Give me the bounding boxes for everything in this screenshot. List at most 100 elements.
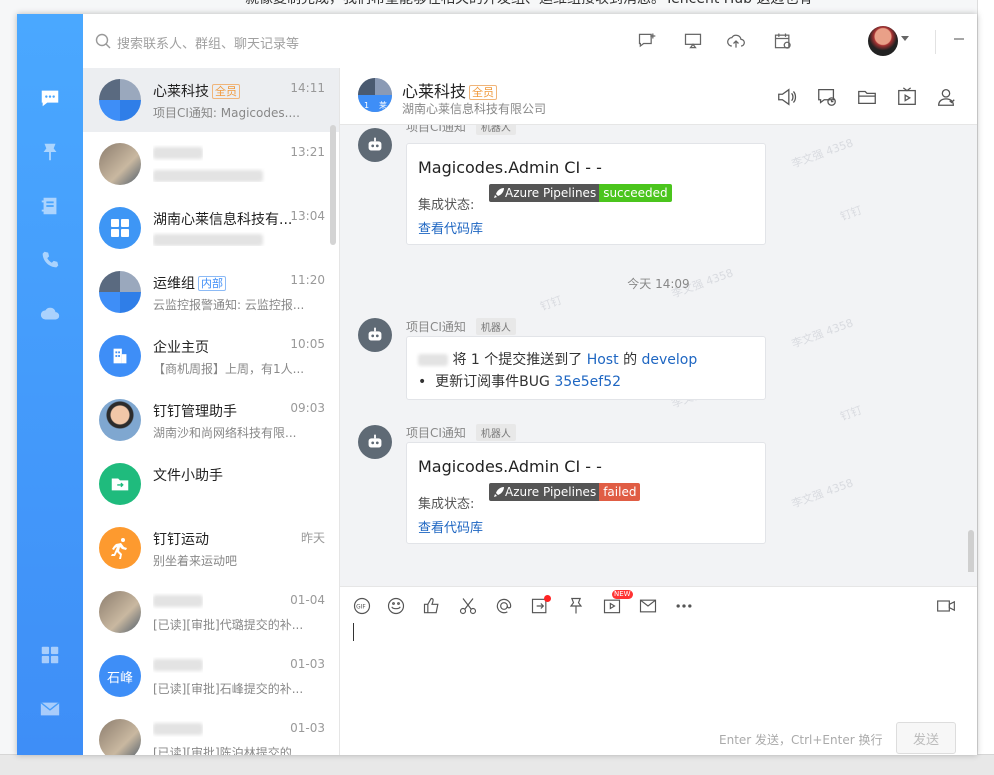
conversation-name: 文件小助手 — [153, 465, 223, 485]
conversation-tag: 全员 — [212, 84, 240, 99]
conversation-item[interactable]: 湖南心莱信息科技有... 13:04 — [83, 196, 339, 260]
announcement-button[interactable] — [776, 86, 798, 112]
cloud-upload-button[interactable] — [726, 31, 746, 55]
tv-play-icon — [898, 87, 916, 105]
ding-button[interactable] — [530, 595, 552, 618]
photo-avatar — [99, 719, 141, 755]
redacted-name — [153, 723, 203, 735]
contacts-book-icon — [41, 197, 57, 215]
sender-name: 项目CI通知 — [406, 125, 466, 134]
nav-cloud[interactable] — [38, 302, 62, 326]
screen-share-button[interactable] — [683, 31, 703, 55]
notification-dot — [544, 595, 551, 602]
sender-name: 项目CI通知 — [406, 426, 466, 440]
screenshot-button[interactable] — [458, 596, 480, 618]
group-members-button[interactable] — [935, 86, 957, 112]
robot-icon — [368, 327, 382, 341]
chevron-down-icon[interactable] — [901, 36, 909, 41]
new-message-button[interactable] — [637, 31, 657, 55]
nav-chat[interactable] — [38, 86, 62, 110]
conversation-name: 心莱科技 全员 — [153, 81, 240, 101]
pin-icon — [43, 143, 57, 161]
watermark: 李文强 4358 — [789, 476, 855, 511]
svg-text:莱: 莱 — [379, 100, 387, 110]
conversation-preview — [153, 232, 313, 246]
conversation-item[interactable]: 心莱科技 全员 14:11 项目CI通知: Magicodes.... — [83, 68, 339, 132]
conversation-item[interactable]: 01-04 [已读][审批]代璐提交的补... — [83, 580, 339, 644]
message-input[interactable] — [353, 623, 354, 641]
video-message-button[interactable]: NEW — [602, 590, 633, 618]
chat-title-tag: 全员 — [469, 85, 498, 100]
minimize-button[interactable] — [952, 32, 966, 50]
nav-apps[interactable] — [38, 643, 62, 667]
conversation-time: 11:20 — [290, 273, 325, 287]
group-avatar[interactable]: 1莱 — [358, 78, 392, 112]
conversation-item[interactable]: 01-03 [已读][审批]陈泊林提交的... — [83, 708, 339, 755]
conversation-item[interactable]: 13:21 — [83, 132, 339, 196]
view-repo-link[interactable]: 查看代码库 — [418, 517, 483, 536]
my-avatar[interactable] — [868, 26, 898, 56]
ci-title: Magicodes.Admin CI - - — [418, 457, 602, 476]
view-repo-link[interactable]: 查看代码库 — [418, 218, 483, 237]
nav-contacts[interactable] — [38, 194, 62, 218]
commit-link[interactable]: 35e5ef52 — [554, 374, 621, 390]
mail-button[interactable] — [638, 596, 660, 618]
conversation-name — [153, 721, 203, 737]
top-bar: 搜索联系人、群组、聊天记录等 — [83, 14, 977, 69]
scissors-icon — [459, 598, 477, 615]
badge-right: failed — [599, 483, 641, 501]
schedule-button[interactable] — [773, 31, 793, 55]
conversation-preview: [已读][审批]石峰提交的补... — [153, 682, 304, 696]
more-button[interactable] — [674, 596, 696, 618]
gif-button[interactable]: GIF — [352, 596, 374, 618]
like-button[interactable] — [422, 596, 444, 618]
bot-avatar[interactable] — [358, 318, 392, 352]
nav-phone[interactable] — [38, 248, 62, 272]
search-icon — [95, 33, 111, 49]
message-scrollbar[interactable] — [968, 530, 974, 572]
video-camera-icon — [937, 600, 955, 612]
mail-icon — [639, 599, 657, 613]
file-avatar — [99, 463, 141, 505]
conversation-list-scrollbar[interactable] — [330, 125, 336, 245]
conversation-preview: 云监控报警通知: 云监控报... — [153, 298, 305, 312]
conversation-time: 13:04 — [290, 209, 325, 223]
group-files-button[interactable] — [856, 86, 878, 112]
emoji-button[interactable] — [386, 596, 408, 618]
conversation-item[interactable]: 文件小助手 — [83, 452, 339, 516]
background-doc-text: 就像复制完成，我们希望能够在相关的开发组、运维组接收到消息。Tencent Hu… — [245, 0, 813, 8]
conversation-name-text: 企业主页 — [153, 340, 209, 356]
conversation-item[interactable]: 钉钉运动 昨天 别坐着来运动吧 — [83, 516, 339, 580]
bot-avatar[interactable] — [358, 128, 392, 162]
conversation-item[interactable]: 运维组 内部 11:20 云监控报警通知: 云监控报... — [83, 260, 339, 324]
watermark: 钉钉 — [538, 293, 564, 314]
conversation-item[interactable]: 钉钉管理助手 09:03 湖南沙和尚网络科技有限... — [83, 388, 339, 452]
message-sender: 项目CI通知 机器人 — [406, 424, 516, 441]
branch-link[interactable]: develop — [642, 352, 698, 368]
mention-button[interactable] — [494, 596, 516, 618]
conversation-name-text: 文件小助手 — [153, 468, 223, 484]
group-chat-history-button[interactable] — [816, 86, 838, 112]
text-avatar: 石峰 — [99, 655, 141, 697]
conversation-name — [153, 145, 203, 161]
rocket-icon — [494, 188, 504, 198]
pin-icon — [569, 597, 583, 614]
conversation-time: 14:11 — [290, 81, 325, 95]
repo-link[interactable]: Host — [587, 352, 619, 368]
badge-left: Azure Pipelines — [489, 483, 600, 501]
send-button[interactable]: 发送 — [896, 722, 956, 754]
svg-text:1: 1 — [364, 101, 369, 110]
sender-name: 项目CI通知 — [406, 320, 466, 334]
nav-mail[interactable] — [38, 697, 62, 721]
bot-avatar[interactable] — [358, 425, 392, 459]
nav-ding[interactable] — [38, 140, 62, 164]
conversation-item[interactable]: 企业主页 10:05 【商机周报】上周，有1人... — [83, 324, 339, 388]
video-call-button[interactable] — [936, 596, 958, 618]
conversation-name — [153, 657, 203, 673]
live-stream-button[interactable] — [896, 86, 918, 112]
search-input[interactable]: 搜索联系人、群组、聊天记录等 — [117, 33, 299, 52]
conversation-item[interactable]: 石峰 01-03 [已读][审批]石峰提交的补... — [83, 644, 339, 708]
photo-avatar — [99, 591, 141, 633]
pin-button[interactable] — [566, 596, 588, 618]
chat-title: 心莱科技 全员 — [402, 78, 498, 102]
